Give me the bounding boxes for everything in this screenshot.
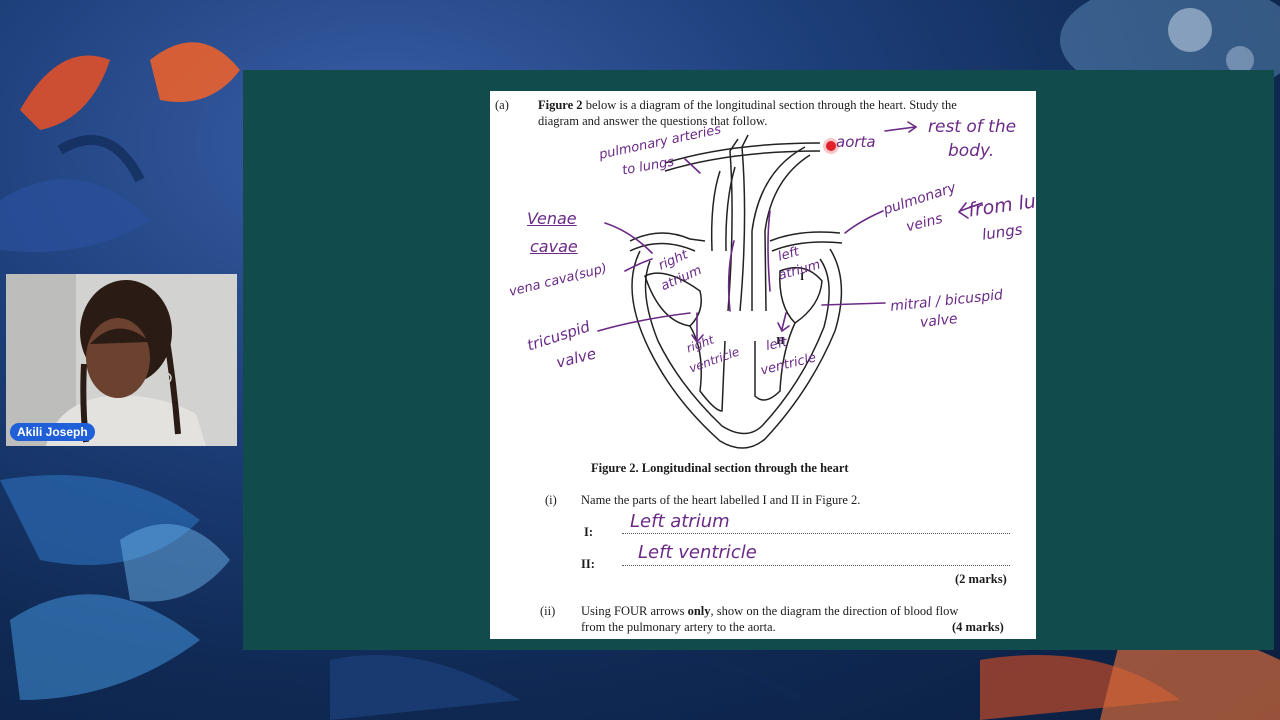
q1-label-II: II: (581, 557, 595, 571)
answer-I: Left atrium (630, 511, 730, 532)
answer-II: Left ventricle (638, 542, 757, 563)
q2-text-1a: Using FOUR arrows (581, 604, 688, 618)
shared-screen: (a) Figure 2 below is a diagram of the l… (243, 70, 1274, 650)
q1-number: (i) (545, 493, 557, 507)
annotation-arrows (597, 121, 983, 344)
q1-text: Name the parts of the heart labelled I a… (581, 493, 861, 507)
figure-caption: Figure 2. Longitudinal section through t… (591, 461, 849, 475)
q2-number: (ii) (540, 604, 556, 618)
q1-marks: (2 marks) (955, 572, 1007, 586)
q1-label-I: I: (584, 525, 594, 539)
presenter-video (6, 274, 237, 446)
q2-text-bold: only (687, 604, 711, 618)
q2-marks: (4 marks) (952, 620, 1004, 634)
presenter-name-badge: Akili Joseph (10, 423, 95, 441)
answer-II-line (622, 565, 1010, 566)
exam-paper: (a) Figure 2 below is a diagram of the l… (490, 91, 1037, 639)
q2-text-1b: , show on the diagram the direction of b… (710, 604, 959, 618)
presenter-camera (6, 274, 237, 446)
q2-text-2: from the pulmonary artery to the aorta. (581, 620, 776, 634)
answer-I-line (622, 533, 1010, 534)
